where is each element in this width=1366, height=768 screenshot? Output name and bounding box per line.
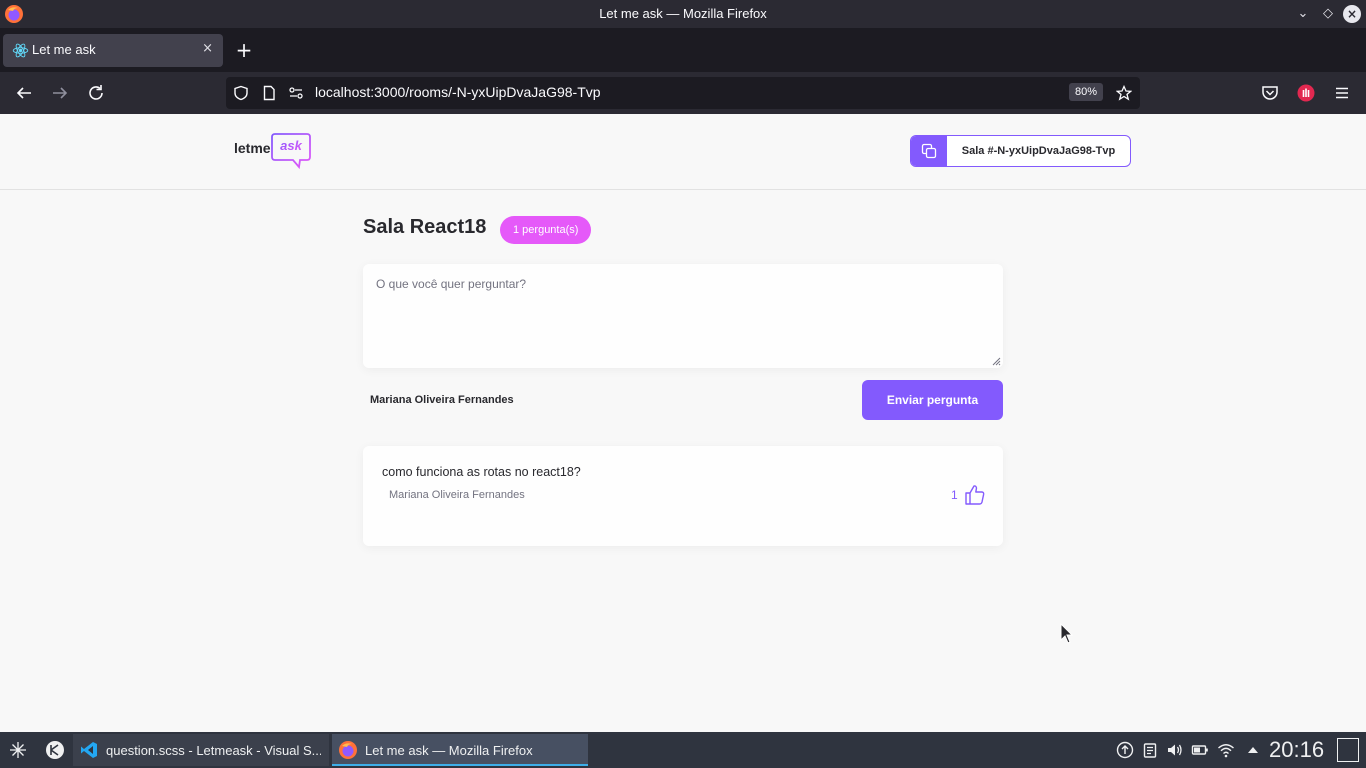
show-desktop-button[interactable]: [1337, 738, 1359, 762]
react-icon: [12, 43, 29, 58]
room-code-label: Sala #-N-yxUipDvaJaG98-Tvp: [961, 145, 1116, 157]
tab-label: Let me ask: [32, 42, 96, 57]
mouse-cursor-icon: [1060, 623, 1074, 644]
copy-icon: [921, 143, 937, 159]
menu-icon[interactable]: [1332, 83, 1352, 103]
close-window-button[interactable]: ×: [1343, 5, 1361, 23]
volume-icon[interactable]: [1166, 741, 1184, 759]
room-code-button[interactable]: Sala #-N-yxUipDvaJaG98-Tvp: [910, 135, 1131, 167]
window-titlebar: Let me ask — Mozilla Firefox ⌄ ◇ ×: [0, 0, 1366, 28]
battery-icon[interactable]: [1191, 741, 1209, 759]
copy-box: [911, 136, 947, 166]
question-textarea[interactable]: [363, 264, 1003, 368]
update-icon[interactable]: [1116, 741, 1134, 759]
url-bar[interactable]: localhost:3000/rooms/-N-yxUipDvaJaG98-Tv…: [226, 77, 1140, 109]
room-title: Sala React18: [363, 216, 487, 238]
like-count: 1: [951, 488, 958, 502]
window-title: Let me ask — Mozilla Firefox: [599, 6, 767, 21]
bookmark-star-icon[interactable]: [1116, 85, 1132, 101]
question-count-badge: 1 pergunta(s): [500, 216, 592, 244]
kde-icon[interactable]: [45, 740, 65, 760]
firefox-icon: [339, 741, 357, 759]
navigation-toolbar: localhost:3000/rooms/-N-yxUipDvaJaG98-Tv…: [0, 72, 1366, 114]
resize-grip-icon[interactable]: [992, 357, 1001, 366]
task-label: question.scss - Letmeask - Visual S...: [106, 743, 321, 758]
zoom-level-badge[interactable]: 80%: [1069, 83, 1104, 101]
vscode-icon: [81, 742, 97, 758]
like-icon[interactable]: [963, 483, 987, 507]
back-icon[interactable]: [13, 82, 35, 104]
system-taskbar: question.scss - Letmeask - Visual S... L…: [0, 732, 1366, 768]
app-launcher-icon[interactable]: [8, 740, 28, 760]
chat-bubble-icon: ask: [271, 133, 311, 170]
wifi-icon[interactable]: [1217, 741, 1235, 759]
forward-icon[interactable]: [49, 82, 71, 104]
shield-icon[interactable]: [233, 85, 249, 101]
logo-bubble-text: ask: [280, 138, 302, 153]
clock[interactable]: 20:16: [1269, 737, 1324, 763]
url-text[interactable]: localhost:3000/rooms/-N-yxUipDvaJaG98-Tv…: [315, 84, 601, 100]
question-author: Mariana Oliveira Fernandes: [389, 489, 525, 501]
question-content: como funciona as rotas no react18?: [382, 465, 581, 479]
permissions-icon[interactable]: [288, 85, 304, 101]
page-info-icon[interactable]: [261, 85, 277, 101]
tray-expand-icon[interactable]: [1244, 741, 1262, 759]
app-header: letme ask Sala #-N-yxUipDvaJaG98-Tvp: [0, 114, 1366, 190]
tab-let-me-ask[interactable]: Let me ask ×: [3, 34, 223, 67]
taskbar-task-firefox[interactable]: Let me ask — Mozilla Firefox: [332, 734, 588, 766]
close-tab-icon[interactable]: ×: [202, 41, 213, 56]
clipboard-icon[interactable]: [1141, 741, 1159, 759]
send-question-button[interactable]: Enviar pergunta: [862, 380, 1003, 420]
page-content: letme ask Sala #-N-yxUipDvaJaG98-Tvp Sal…: [0, 114, 1366, 732]
pocket-icon[interactable]: [1260, 83, 1280, 103]
question-card: como funciona as rotas no react18? Maria…: [363, 446, 1003, 546]
tab-strip: Let me ask × +: [0, 28, 1366, 72]
task-label: Let me ask — Mozilla Firefox: [365, 743, 533, 758]
logo-text: letme: [234, 140, 271, 156]
ublock-extension-icon[interactable]: [1296, 83, 1316, 103]
new-tab-button[interactable]: +: [234, 40, 254, 60]
minimize-button[interactable]: ⌄: [1294, 5, 1312, 23]
taskbar-task-vscode[interactable]: question.scss - Letmeask - Visual S...: [73, 734, 329, 766]
reload-icon[interactable]: [85, 82, 107, 104]
letmeask-logo[interactable]: letme ask: [234, 132, 314, 170]
user-name: Mariana Oliveira Fernandes: [370, 394, 514, 406]
maximize-button[interactable]: ◇: [1319, 5, 1337, 23]
